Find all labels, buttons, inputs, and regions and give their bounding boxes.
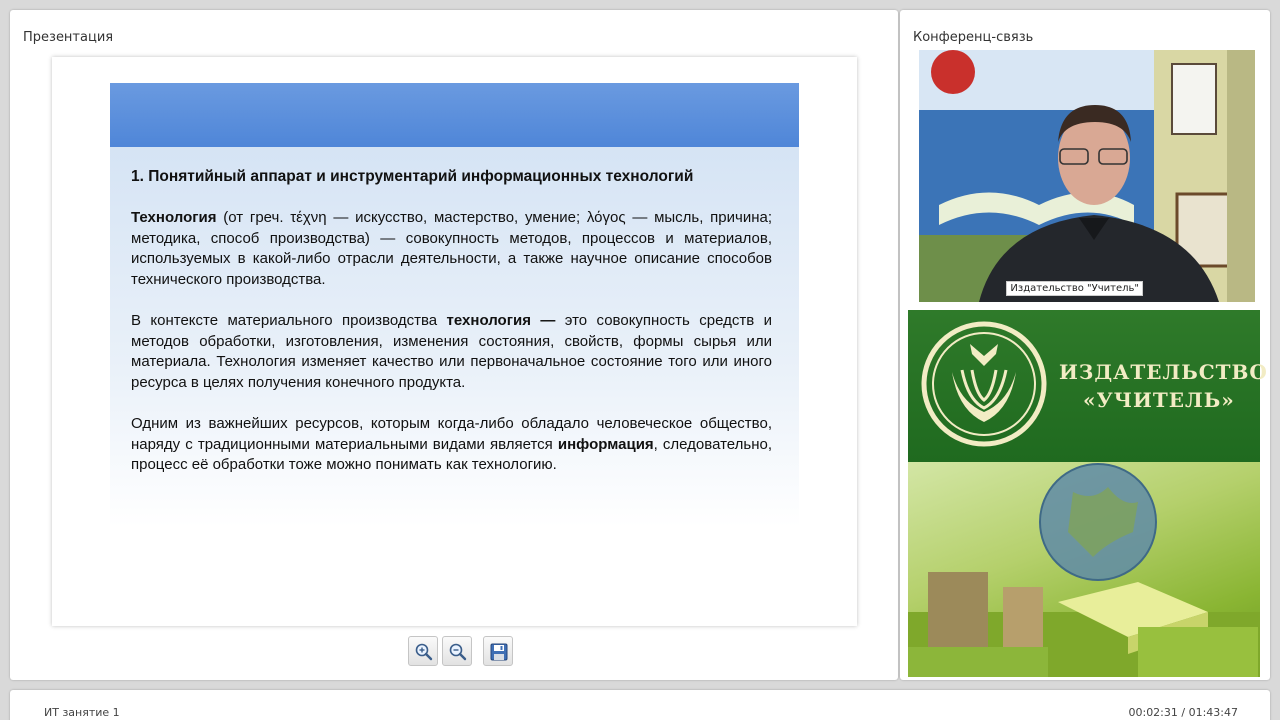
save-icon bbox=[490, 643, 508, 661]
books-globe-image bbox=[908, 462, 1260, 677]
publisher-emblem-icon bbox=[921, 321, 1047, 447]
presentation-panel: Презентация 1. Понятийный аппарат и инст… bbox=[10, 10, 898, 680]
course-title: ИТ занятие 1 bbox=[44, 706, 120, 719]
publisher-name-line2: «УЧИТЕЛЬ» bbox=[1083, 388, 1235, 412]
slide-area: 1. Понятийный аппарат и инструментарий и… bbox=[52, 57, 857, 626]
slide-content: 1. Понятийный аппарат и инструментарий и… bbox=[131, 167, 772, 497]
zoom-out-icon bbox=[449, 643, 467, 661]
zoom-in-button[interactable] bbox=[408, 636, 438, 666]
term-technology-2: технология — bbox=[446, 312, 556, 330]
slide-paragraph-2: В контексте материального производства т… bbox=[131, 311, 772, 393]
publisher-logo-banner: ИЗДАТЕЛЬСТВО «УЧИТЕЛЬ» bbox=[908, 310, 1267, 462]
player-bottom-bar: ИТ занятие 1 00:02:31 / 01:43:47 bbox=[10, 690, 1270, 720]
term-information: информация bbox=[557, 435, 654, 453]
presentation-panel-title: Презентация bbox=[23, 30, 114, 45]
books-illustration bbox=[908, 463, 1260, 677]
slide-paragraph-3: Одним из важнейших ресурсов, которым ког… bbox=[131, 414, 772, 476]
webcam-video: Издательство "Учитель" bbox=[919, 50, 1255, 302]
term-technology: Технология bbox=[131, 209, 217, 227]
slide-heading: 1. Понятийный аппарат и инструментарий и… bbox=[131, 168, 694, 185]
speaker-name-tag: Издательство "Учитель" bbox=[1006, 281, 1143, 296]
save-button[interactable] bbox=[483, 636, 513, 666]
slide: 1. Понятийный аппарат и инструментарий и… bbox=[110, 83, 799, 527]
slide-header-band bbox=[110, 83, 799, 147]
conference-panel-title: Конференц-связь bbox=[913, 30, 1034, 45]
paragraph-2-lead: В контексте материального производства bbox=[131, 312, 447, 330]
zoom-in-icon bbox=[415, 643, 433, 661]
playback-timecode: 00:02:31 / 01:43:47 bbox=[1128, 706, 1238, 719]
conference-panel: Конференц-связь Издательство "Учитель" И… bbox=[900, 10, 1270, 680]
paragraph-1-text: (от греч. τέχνη — искусство, мастерство,… bbox=[131, 209, 772, 288]
publisher-name-line1: ИЗДАТЕЛЬСТВО bbox=[1059, 360, 1268, 384]
slide-paragraph-1: Технология (от греч. τέχνη — искусство, … bbox=[131, 208, 772, 290]
zoom-out-button[interactable] bbox=[442, 636, 472, 666]
speaker-video-frame bbox=[919, 50, 1255, 302]
